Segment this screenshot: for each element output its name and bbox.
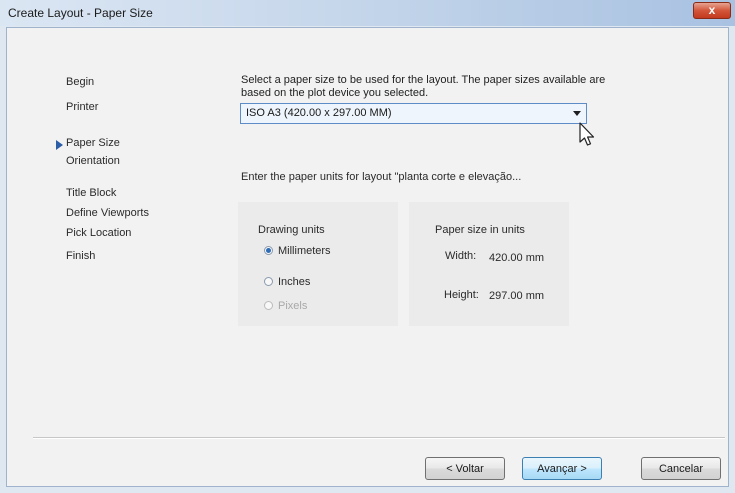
radio-disabled-icon	[264, 300, 273, 310]
wizard-step-orientation[interactable]: Orientation	[66, 155, 120, 167]
enter-units-label: Enter the paper units for layout "planta…	[241, 171, 522, 183]
dropdown-button[interactable]	[568, 104, 586, 123]
paper-size-description: Select a paper size to be used for the l…	[241, 74, 606, 99]
chevron-down-icon	[573, 111, 581, 116]
units-option-label: Pixels	[278, 300, 308, 312]
close-button[interactable]: x	[693, 2, 731, 19]
height-label: Height:	[444, 289, 479, 301]
units-option-millimeters[interactable]: Millimeters	[264, 245, 331, 257]
units-option-pixels: Pixels	[264, 300, 307, 312]
units-option-inches[interactable]: Inches	[264, 276, 310, 288]
wizard-step-printer[interactable]: Printer	[66, 101, 98, 113]
wizard-step-title-block[interactable]: Title Block	[66, 187, 116, 199]
wizard-step-begin[interactable]: Begin	[66, 76, 94, 88]
paper-size-in-units-group	[409, 202, 569, 326]
wizard-step-finish[interactable]: Finish	[66, 250, 95, 262]
units-option-label: Millimeters	[278, 245, 331, 257]
footer-divider	[33, 437, 725, 439]
paper-size-selected-value: ISO A3 (420.00 x 297.00 MM)	[246, 107, 392, 119]
title-bar[interactable]: Create Layout - Paper Size x	[0, 0, 735, 26]
height-value: 297.00 mm	[489, 290, 545, 302]
cancel-button[interactable]: Cancelar	[641, 457, 721, 480]
window-title: Create Layout - Paper Size	[8, 6, 153, 20]
units-option-label: Inches	[278, 276, 311, 288]
wizard-step-paper-size[interactable]: Paper Size	[66, 137, 120, 149]
drawing-units-group	[238, 202, 398, 326]
mouse-cursor-icon	[579, 122, 595, 146]
paper-size-dropdown[interactable]: ISO A3 (420.00 x 297.00 MM)	[240, 103, 587, 124]
width-label: Width:	[445, 250, 477, 262]
wizard-step-define-viewports[interactable]: Define Viewports	[66, 207, 149, 219]
wizard-step-pick-location[interactable]: Pick Location	[66, 227, 131, 239]
drawing-units-label: Drawing units	[258, 224, 325, 236]
close-icon: x	[708, 3, 716, 17]
back-button[interactable]: < Voltar	[425, 457, 505, 480]
radio-checked-icon	[264, 245, 273, 255]
paper-size-units-label: Paper size in units	[435, 224, 525, 236]
width-value: 420.00 mm	[489, 252, 545, 264]
current-step-arrow-icon	[56, 140, 63, 150]
create-layout-dialog: Create Layout - Paper Size x Begin Print…	[0, 0, 735, 493]
radio-unchecked-icon	[264, 276, 273, 286]
next-button[interactable]: Avançar >	[522, 457, 602, 480]
